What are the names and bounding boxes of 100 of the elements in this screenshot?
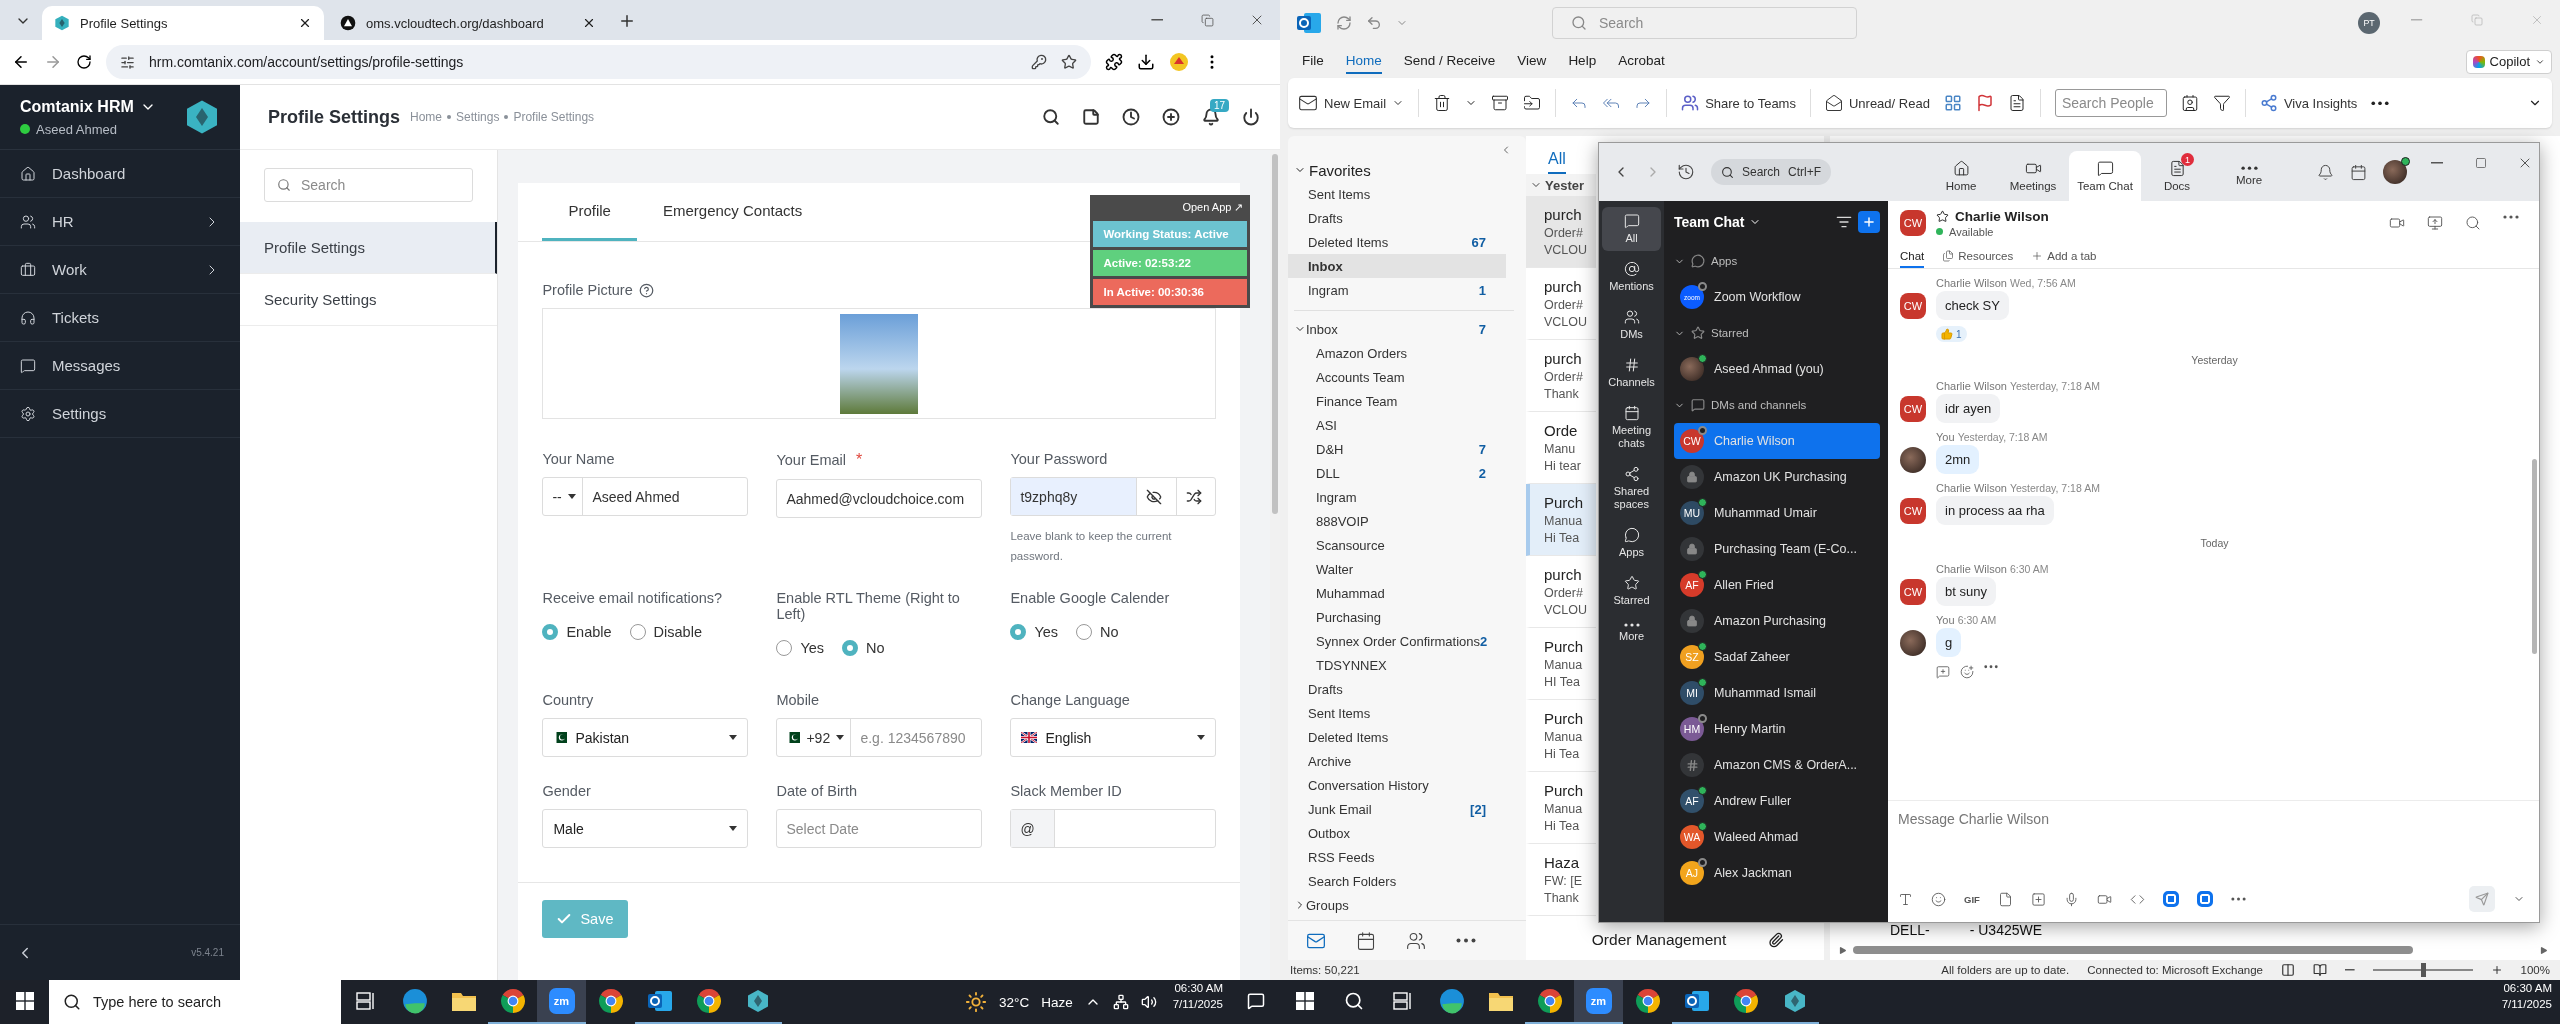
folder-item[interactable]: Finance Team xyxy=(1288,389,1506,413)
radio-option[interactable]: Enable xyxy=(542,624,612,640)
message-row[interactable]: Purch Manua Hi Tea xyxy=(1526,484,1596,556)
nav-tab[interactable]: Home xyxy=(1925,151,1998,201)
folder-item[interactable]: Conversation History xyxy=(1288,773,1506,797)
gender-select[interactable]: Male xyxy=(542,809,749,848)
language-select[interactable]: English xyxy=(1010,718,1217,757)
chat-list-item[interactable]: HM Henry Martin xyxy=(1674,711,1880,747)
chat-list-item[interactable]: AJ Alex Jackman xyxy=(1674,855,1880,891)
copilot-button[interactable]: Copilot xyxy=(2465,49,2552,74)
folder-item[interactable]: Accounts Team xyxy=(1288,365,1506,389)
chat-list-item[interactable]: WA Waleed Ahmad xyxy=(1674,819,1880,855)
menu-tab[interactable]: View xyxy=(1517,49,1547,74)
message-row[interactable]: Order Management xyxy=(1526,920,1824,960)
reaction-chip[interactable]: 1 xyxy=(1936,326,1967,342)
nav-tab[interactable]: Meetings xyxy=(1997,151,2070,201)
chat-list-item[interactable]: Amazon Purchasing xyxy=(1674,603,1880,639)
country-select[interactable]: Pakistan xyxy=(542,718,749,757)
folder-item[interactable]: TDSYNNEX xyxy=(1288,653,1506,677)
viva-insights-button[interactable]: Viva Insights xyxy=(2259,94,2358,112)
radio-option[interactable]: No xyxy=(842,640,885,656)
chat-tab[interactable]: Resources xyxy=(1942,245,2014,268)
folder-item[interactable]: Synnex Order Confirmations2 xyxy=(1288,629,1506,653)
folder-item[interactable]: Walter xyxy=(1288,557,1506,581)
rail-item[interactable]: More xyxy=(1602,617,1661,649)
address-bar[interactable]: hrm.comtanix.com/account/settings/profile-settings xyxy=(106,45,1091,79)
chat-list-item[interactable]: SZ Sadaf Zaheer xyxy=(1674,639,1880,675)
folder-item[interactable]: Deleted Items 67 xyxy=(1288,230,1506,254)
rail-item[interactable]: DMs xyxy=(1602,303,1661,347)
search-field[interactable]: Search xyxy=(264,168,474,202)
menu-tab[interactable]: Send / Receive xyxy=(1403,49,1496,74)
section-header[interactable]: Starred xyxy=(1674,315,1880,351)
nav-tab[interactable]: More xyxy=(2213,151,2286,201)
list-title[interactable]: Team Chat xyxy=(1674,214,1830,230)
new-email-button[interactable]: New Email xyxy=(1298,93,1405,113)
chat-tab[interactable]: Chat xyxy=(1900,245,1925,268)
folder-item[interactable]: D&H 7 xyxy=(1288,437,1506,461)
chat-list-item[interactable]: CW Charlie Wilson xyxy=(1674,423,1880,459)
folder-item[interactable]: Deleted Items xyxy=(1288,725,1506,749)
section-header[interactable]: DMs and channels xyxy=(1674,387,1880,423)
folder-item[interactable]: Drafts xyxy=(1288,677,1506,701)
date-field[interactable]: Select Date xyxy=(776,809,983,848)
rail-item[interactable]: All xyxy=(1602,207,1661,251)
folder-item[interactable]: ASI xyxy=(1288,413,1506,437)
search-people-field[interactable]: Search People xyxy=(2054,89,2167,117)
tab[interactable]: Emergency Contacts xyxy=(662,183,829,241)
folder-item[interactable]: Sent Items xyxy=(1288,701,1506,725)
chat-list-item[interactable]: Amazon CMS & OrderA... xyxy=(1674,747,1880,783)
share-to-teams-button[interactable]: Share to Teams xyxy=(1681,94,1796,112)
password-field[interactable]: t9zphq8y xyxy=(1011,478,1138,515)
radio-option[interactable]: Yes xyxy=(776,640,825,656)
browser-tab[interactable]: oms.vcloudtech.org/dashboard xyxy=(328,6,608,40)
menu-tab[interactable]: Help xyxy=(1568,49,1597,74)
chat-list-item[interactable]: Purchasing Team (E-Co... xyxy=(1674,531,1880,567)
chat-list-item[interactable]: MI Muhammad Ismail xyxy=(1674,675,1880,711)
folder-item[interactable]: Inbox xyxy=(1288,254,1506,278)
folder-item[interactable]: Ingram 1 xyxy=(1288,278,1506,302)
user-avatar[interactable]: PT xyxy=(2358,11,2380,34)
rail-item[interactable]: Apps xyxy=(1602,521,1661,565)
chat-list-item[interactable]: AF Allen Fried xyxy=(1674,567,1880,603)
folder-item[interactable]: Ingram xyxy=(1288,485,1506,509)
nav-tab[interactable]: Team Chat xyxy=(2069,151,2142,201)
menu-tab[interactable]: Acrobat xyxy=(1618,49,1665,74)
clock[interactable]: 06:30 AM 7/11/2025 xyxy=(2493,980,2560,1024)
radio-option[interactable]: No xyxy=(1076,624,1119,640)
message-row[interactable]: purch Order# VCLOU xyxy=(1526,196,1596,268)
folder-item[interactable]: Drafts xyxy=(1288,206,1506,230)
folder-item[interactable]: Archive xyxy=(1288,749,1506,773)
chat-list-item[interactable]: MU Muhammad Umair xyxy=(1674,495,1880,531)
folder-item[interactable]: Outbox xyxy=(1288,821,1506,845)
folder-item[interactable]: Groups xyxy=(1288,893,1506,917)
chat-list-item[interactable]: AF Andrew Fuller xyxy=(1674,783,1880,819)
folder-item[interactable]: Inbox 7 xyxy=(1288,317,1506,341)
folder-item[interactable]: 888VOIP xyxy=(1288,509,1506,533)
folder-item[interactable]: DLL 2 xyxy=(1288,461,1506,485)
radio-option[interactable]: Yes xyxy=(1010,624,1059,640)
name-field[interactable]: -- Aseed Ahmed xyxy=(542,477,749,516)
section-header[interactable]: Apps xyxy=(1674,243,1880,279)
slack-id-field[interactable]: @ xyxy=(1010,809,1217,848)
folder-item[interactable]: Purchasing xyxy=(1288,605,1506,629)
chat-list-item[interactable]: Aseed Ahmad (you) xyxy=(1674,351,1880,387)
folder-group-header[interactable]: Favorites xyxy=(1288,158,1526,182)
open-app-link[interactable]: Open App ↗ xyxy=(1178,199,1248,218)
rail-item[interactable]: Shared spaces xyxy=(1602,460,1661,517)
rail-item[interactable]: Mentions xyxy=(1602,255,1661,299)
tab[interactable]: Profile xyxy=(542,183,637,241)
menu-tab[interactable]: Home xyxy=(1345,49,1382,74)
radio-option[interactable]: Disable xyxy=(629,624,702,640)
search-field[interactable]: Search Ctrl+F xyxy=(1711,159,1832,185)
unread-read-button[interactable]: Unread/ Read xyxy=(1824,94,1930,112)
folder-item[interactable]: RSS Feeds xyxy=(1288,845,1506,869)
clock[interactable]: 06:30 AM 7/11/2025 xyxy=(1164,980,1231,1024)
chat-tab[interactable]: Add a tab xyxy=(2031,245,2097,268)
nav-tab[interactable]: Docs 1 xyxy=(2141,151,2214,201)
settings-menu-item[interactable]: Profile Settings xyxy=(240,222,498,274)
folder-item[interactable]: Muhammad xyxy=(1288,581,1506,605)
rail-item[interactable]: Meeting chats xyxy=(1602,399,1661,456)
browser-tab[interactable]: Profile Settings xyxy=(42,6,324,40)
rail-item[interactable]: Starred xyxy=(1602,569,1661,613)
folder-item[interactable]: Amazon Orders xyxy=(1288,341,1506,365)
